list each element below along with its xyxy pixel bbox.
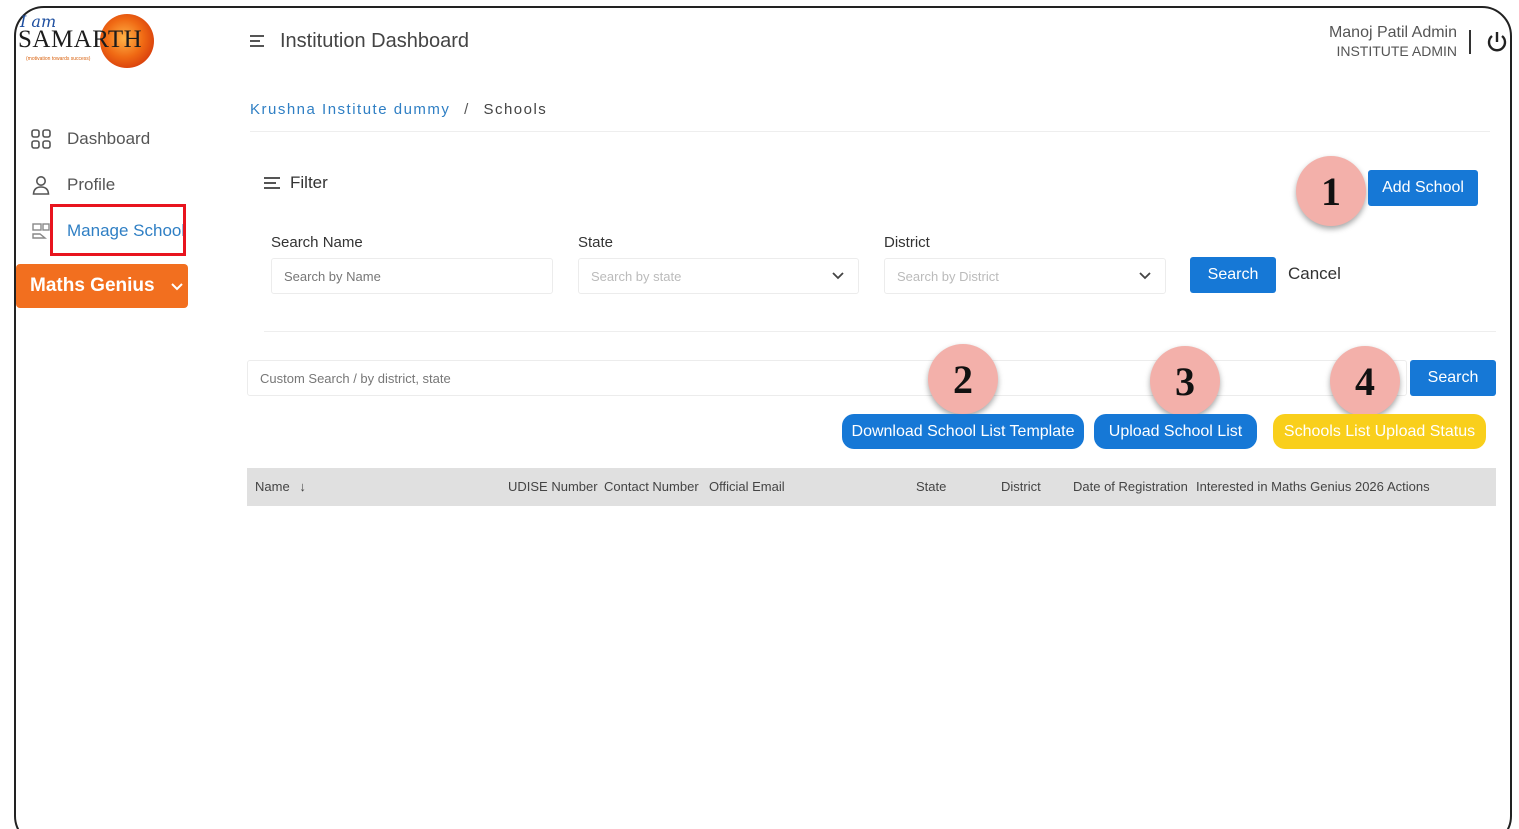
column-name[interactable]: Name ↓ <box>255 479 306 494</box>
breadcrumb-current: Schools <box>483 101 548 118</box>
filter-icon <box>264 174 280 192</box>
user-info[interactable]: Manoj Patil Admin INSTITUTE ADMIN <box>1329 24 1457 60</box>
column-udise: UDISE Number <box>508 479 598 494</box>
highlight-box <box>50 204 186 256</box>
sidebar-item-label: Profile <box>67 175 116 194</box>
sort-down-icon[interactable]: ↓ <box>299 479 306 494</box>
add-school-button[interactable]: Add School <box>1368 170 1478 206</box>
user-role: INSTITUTE ADMIN <box>1336 43 1457 59</box>
district-placeholder: Search by District <box>897 268 999 284</box>
logo-brand: SAMARTH <box>18 26 143 53</box>
samarth-logo[interactable]: I am SAMARTH (motivation towards success… <box>18 12 158 76</box>
district-label: District <box>884 234 930 251</box>
step-badge-4: 4 <box>1330 346 1400 416</box>
state-placeholder: Search by state <box>591 268 682 284</box>
page-title: Institution Dashboard <box>280 30 470 52</box>
column-maths-genius: Interested in Maths Genius 2026 <box>1196 479 1384 494</box>
logo-tagline: (motivation towards success) <box>26 56 91 62</box>
custom-search-button[interactable]: Search <box>1410 360 1496 396</box>
download-template-button[interactable]: Download School List Template <box>842 414 1084 449</box>
step-badge-1: 1 <box>1296 156 1366 226</box>
breadcrumb-separator: / <box>464 101 470 118</box>
breadcrumb: Krushna Institute dummy / Schools <box>250 101 547 118</box>
maths-genius-menu[interactable]: Maths Genius <box>16 264 188 308</box>
divider <box>264 331 1496 332</box>
column-district: District <box>1001 479 1041 494</box>
custom-search-placeholder: Custom Search / by district, state <box>260 370 451 386</box>
column-name-label: Name <box>255 479 290 494</box>
maths-genius-label: Maths Genius <box>30 275 155 296</box>
power-icon[interactable] <box>1486 30 1508 54</box>
search-name-label: Search Name <box>271 234 363 251</box>
chevron-down-icon <box>1139 268 1151 283</box>
table-header: Name ↓ UDISE Number Contact Number Offic… <box>247 468 1496 506</box>
column-actions: Actions <box>1387 479 1430 494</box>
column-state: State <box>916 479 947 494</box>
user-name: Manoj Patil Admin <box>1328 24 1457 41</box>
sidebar-item-dashboard[interactable]: Dashboard <box>30 124 150 154</box>
step-badge-3: 3 <box>1150 346 1220 416</box>
upload-school-list-button[interactable]: Upload School List <box>1094 414 1257 449</box>
column-email: Official Email <box>709 479 785 494</box>
column-contact: Contact Number <box>604 479 699 494</box>
chevron-down-icon <box>170 278 183 294</box>
filter-label: Filter <box>290 173 328 192</box>
state-label: State <box>578 234 614 251</box>
chevron-down-icon <box>832 268 844 283</box>
user-icon <box>30 174 52 196</box>
search-name-input[interactable]: Search by Name <box>271 258 553 294</box>
divider <box>250 131 1490 132</box>
state-select[interactable]: Search by state <box>578 258 859 294</box>
custom-search-input[interactable]: Custom Search / by district, state <box>247 360 1407 396</box>
column-registration-date: Date of Registration <box>1073 479 1188 494</box>
header-divider <box>1469 30 1471 54</box>
search-name-placeholder: Search by Name <box>284 268 381 284</box>
sidebar-item-profile[interactable]: Profile <box>30 170 115 200</box>
filter-toggle[interactable]: Filter <box>264 173 328 193</box>
breadcrumb-link[interactable]: Krushna Institute dummy <box>250 101 450 118</box>
menu-icon[interactable] <box>250 35 264 50</box>
dashboard-grid-icon <box>30 128 52 150</box>
district-select[interactable]: Search by District <box>884 258 1166 294</box>
filter-search-button[interactable]: Search <box>1190 257 1276 293</box>
school-icon <box>30 220 52 242</box>
sidebar-item-label: Dashboard <box>67 129 151 148</box>
step-badge-2: 2 <box>928 344 998 414</box>
upload-status-button[interactable]: Schools List Upload Status <box>1273 414 1486 449</box>
filter-cancel-button[interactable]: Cancel <box>1288 264 1341 284</box>
